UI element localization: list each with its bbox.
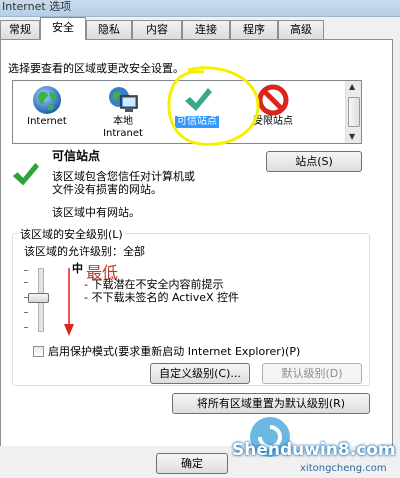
tab-content[interactable]: 内容 — [132, 20, 182, 39]
tab-advanced[interactable]: 高级 — [278, 20, 324, 39]
trusted-zone-check-icon — [12, 162, 40, 186]
slider-tick — [24, 312, 28, 313]
slider-tick — [24, 327, 28, 328]
protected-mode-checkbox[interactable] — [33, 346, 44, 357]
tab-programs[interactable]: 程序 — [230, 20, 278, 39]
scroll-up-icon[interactable]: ▲ — [349, 83, 355, 91]
slider-tick — [24, 270, 28, 271]
zone-internet-label: Internet — [27, 116, 67, 127]
window-title-bar: Internet 选项 — [0, 0, 400, 17]
allowed-levels-text: 该区域的允许级别：全部 — [24, 245, 145, 258]
zone-sites-note: 该区域中有网站。 — [52, 206, 140, 219]
zone-description-line1: 该区域包含您信任对计算机或 — [52, 170, 195, 183]
level-bullet-1: - 下载潜在不安全内容前提示 — [84, 278, 224, 291]
security-level-slider-thumb[interactable] — [28, 293, 49, 303]
level-bullet-2: - 不下载未签名的 ActiveX 控件 — [84, 291, 240, 304]
default-level-button[interactable]: 默认级别(D) — [262, 363, 362, 384]
protected-mode-label: 启用保护模式(要求重新启动 Internet Explorer)(P) — [48, 345, 301, 358]
scroll-down-icon[interactable]: ▼ — [349, 133, 355, 141]
annotation-arrow — [64, 268, 74, 336]
zone-local-intranet-label-line1: 本地 — [113, 116, 133, 127]
ok-button[interactable]: 确定 — [156, 453, 228, 474]
tab-strip: 常规 安全 隐私 内容 连接 程序 高级 — [0, 16, 400, 40]
zone-list-scrollbar[interactable]: ▲ ▼ — [345, 81, 361, 143]
zone-internet[interactable]: Internet — [18, 84, 76, 128]
zone-local-intranet-label-line2: Intranet — [103, 128, 143, 139]
security-level-group-title: 该区域的安全级别(L) — [18, 226, 125, 242]
zone-description-line2: 文件没有损害的网站。 — [52, 183, 162, 196]
window-title: Internet 选项 — [2, 0, 72, 13]
globe-icon — [33, 86, 61, 114]
custom-level-button[interactable]: 自定义级别(C)... — [150, 363, 250, 384]
tab-connections[interactable]: 连接 — [182, 20, 230, 39]
sites-button[interactable]: 站点(S) — [266, 151, 362, 172]
intranet-computer-icon — [109, 87, 138, 112]
watermark-sub: xitongcheng.com — [300, 463, 387, 474]
slider-tick — [24, 282, 28, 283]
tab-general[interactable]: 常规 — [0, 20, 40, 39]
scroll-thumb[interactable] — [348, 97, 360, 127]
tab-security[interactable]: 安全 — [40, 17, 86, 40]
highlight-circle-annotation — [167, 66, 260, 146]
zone-local-intranet[interactable]: 本地 Intranet — [94, 84, 152, 140]
watermark-brand: Shenduwin8.com — [232, 440, 396, 460]
zone-title: 可信站点 — [52, 149, 101, 163]
tab-privacy[interactable]: 隐私 — [86, 20, 132, 39]
reset-all-zones-button[interactable]: 将所有区域重置为默认级别(R) — [172, 393, 370, 414]
